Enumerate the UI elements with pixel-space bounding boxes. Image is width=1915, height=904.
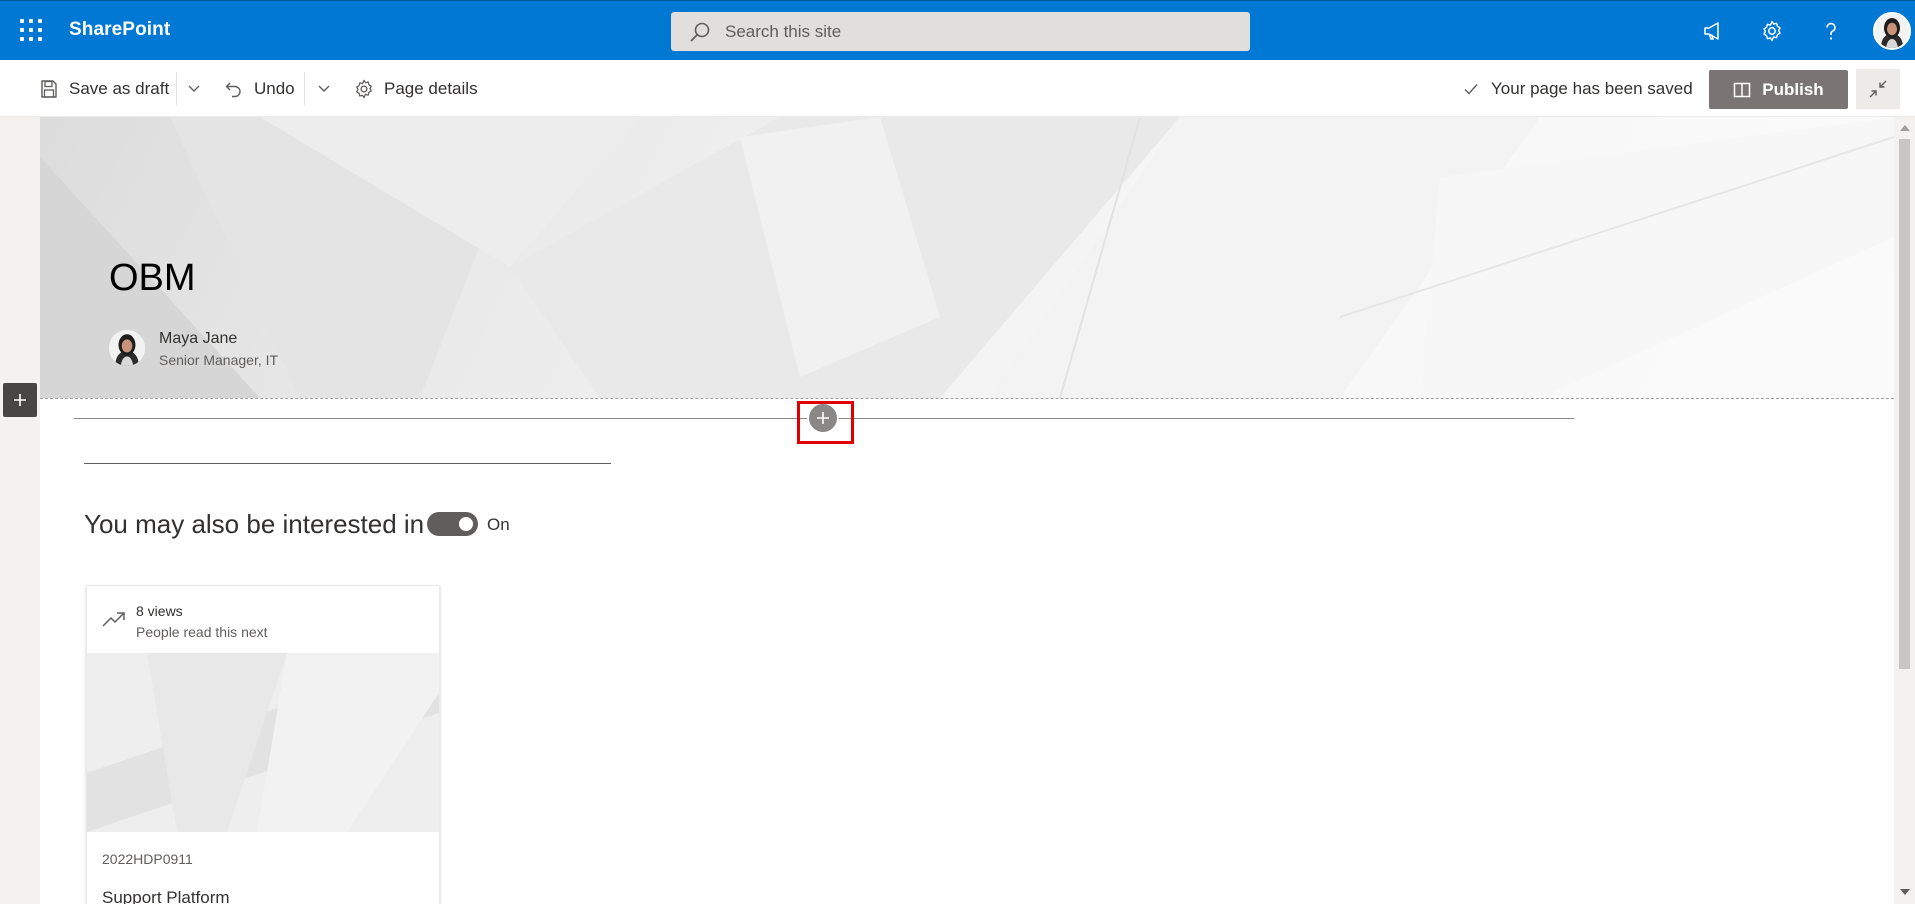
toggle-knob bbox=[459, 517, 473, 531]
recommendations-title: You may also be interested in bbox=[84, 509, 425, 539]
chevron-down-icon[interactable] bbox=[316, 80, 332, 96]
gear-icon[interactable] bbox=[1756, 15, 1788, 47]
undo-button[interactable]: Undo bbox=[224, 60, 295, 117]
vertical-scrollbar[interactable] bbox=[1894, 117, 1915, 904]
title-area[interactable]: OBM Maya Jane Senior Manager, IT bbox=[40, 117, 1894, 398]
undo-icon bbox=[225, 82, 241, 97]
checkmark-icon bbox=[1464, 83, 1478, 95]
card-thumbnail bbox=[87, 653, 439, 832]
add-section-left-button[interactable] bbox=[3, 383, 37, 417]
page-title[interactable]: OBM bbox=[109, 257, 196, 300]
trending-icon bbox=[102, 612, 125, 627]
book-icon bbox=[1734, 82, 1751, 97]
scroll-up-arrow[interactable] bbox=[1900, 125, 1910, 131]
page-details-button[interactable]: Page details bbox=[354, 60, 478, 117]
divider-line bbox=[84, 463, 611, 464]
app-name-link[interactable]: SharePoint bbox=[69, 19, 170, 41]
publish-label: Publish bbox=[1762, 79, 1824, 99]
chevron-down-icon[interactable] bbox=[186, 80, 202, 96]
save-icon bbox=[41, 79, 57, 98]
help-icon[interactable] bbox=[1815, 15, 1847, 47]
save-status: Your page has been saved bbox=[1463, 60, 1693, 117]
divider bbox=[304, 72, 305, 105]
save-as-draft-button[interactable]: Save as draft bbox=[39, 60, 169, 117]
hero-background-image bbox=[40, 117, 1894, 398]
recommended-page-card[interactable]: 8 views People read this next 2022HDP091… bbox=[86, 585, 440, 904]
command-bar: Save as draft Undo Page details Your pag… bbox=[0, 60, 1915, 117]
search-icon bbox=[690, 22, 710, 42]
plus-icon bbox=[14, 394, 26, 406]
collapse-button[interactable] bbox=[1856, 69, 1900, 109]
search-box[interactable] bbox=[671, 12, 1250, 51]
card-reason: People read this next bbox=[136, 624, 268, 640]
scroll-down-arrow[interactable] bbox=[1900, 889, 1910, 895]
scroll-thumb[interactable] bbox=[1899, 139, 1910, 669]
save-status-text: Your page has been saved bbox=[1491, 78, 1693, 98]
card-views: 8 views bbox=[136, 603, 183, 619]
app-launcher-icon[interactable] bbox=[16, 17, 42, 43]
collapse-icon bbox=[1869, 80, 1887, 98]
card-id: 2022HDP0911 bbox=[102, 851, 193, 867]
page-details-label: Page details bbox=[384, 78, 478, 98]
recommendations-toggle[interactable] bbox=[427, 512, 478, 536]
search-input[interactable] bbox=[725, 12, 1225, 51]
publish-button[interactable]: Publish bbox=[1709, 70, 1848, 109]
highlight-box bbox=[797, 401, 854, 444]
page-canvas: OBM Maya Jane Senior Manager, IT You may… bbox=[40, 117, 1894, 904]
divider bbox=[176, 72, 177, 105]
megaphone-icon[interactable] bbox=[1697, 15, 1729, 47]
save-as-draft-label: Save as draft bbox=[69, 78, 170, 98]
suite-bar: SharePoint bbox=[0, 0, 1915, 60]
author-name: Maya Jane bbox=[159, 330, 238, 347]
section-boundary bbox=[40, 398, 1894, 399]
author-role: Senior Manager, IT bbox=[159, 352, 279, 368]
undo-label: Undo bbox=[254, 78, 295, 98]
author-avatar bbox=[109, 330, 145, 366]
card-title: Support Platform bbox=[102, 888, 230, 904]
gear-icon bbox=[356, 79, 372, 98]
user-avatar[interactable] bbox=[1873, 12, 1911, 50]
toggle-state-label: On bbox=[487, 515, 510, 534]
